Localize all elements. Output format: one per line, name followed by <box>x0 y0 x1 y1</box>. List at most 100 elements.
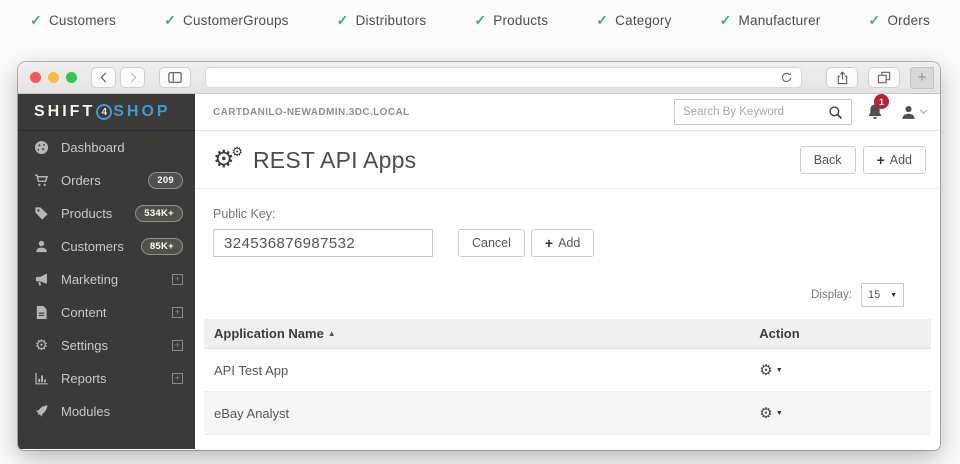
caret-down-icon: ▼ <box>776 410 783 417</box>
sync-item-label: Category <box>615 13 671 28</box>
expand-plus-icon[interactable]: + <box>172 274 183 285</box>
sync-item-manufacturer: ✓ Manufacturer <box>720 12 821 29</box>
window-controls <box>30 72 77 83</box>
row-action-menu-button[interactable]: ⚙▼ <box>759 361 782 379</box>
rocket-icon <box>33 404 50 419</box>
sync-item-label: Distributors <box>356 13 427 28</box>
sidebar-toggle-button[interactable] <box>159 67 191 88</box>
notification-count-badge: 1 <box>874 94 889 109</box>
user-menu-button[interactable] <box>900 104 926 121</box>
page-header: ⚙⚙ REST API Apps Back +Add <box>195 131 940 189</box>
expand-plus-icon[interactable]: + <box>172 340 183 351</box>
zoom-icon[interactable] <box>66 72 77 83</box>
cart-icon <box>33 173 50 188</box>
admin-sidebar: SHIFT4SHOP Dashboard Orders 209 Products… <box>18 94 195 449</box>
forward-button[interactable] <box>120 67 145 88</box>
sidebar-item-label: Content <box>61 305 172 320</box>
logo-4-icon: 4 <box>96 104 112 120</box>
gear-icon: ⚙ <box>759 404 772 422</box>
check-icon: ✓ <box>869 12 881 29</box>
app-name-cell: API Test App <box>204 363 749 378</box>
sidebar-item-products[interactable]: Products 534K+ <box>18 197 195 230</box>
sync-item-label: Products <box>493 13 548 28</box>
sidebar-item-reports[interactable]: Reports + <box>18 362 195 395</box>
sidebar-item-label: Products <box>61 206 135 221</box>
sync-item-label: Orders <box>887 13 929 28</box>
public-key-form: Public Key: Cancel +Add <box>195 189 940 257</box>
sync-item-label: CustomerGroups <box>183 13 289 28</box>
check-icon: ✓ <box>30 12 42 29</box>
add-button-form[interactable]: +Add <box>531 229 594 257</box>
sidebar-item-label: Marketing <box>61 272 172 287</box>
expand-plus-icon[interactable]: + <box>172 373 183 384</box>
tabs-overview-button[interactable] <box>868 67 900 88</box>
gear-icon: ⚙ <box>33 338 50 353</box>
admin-topbar: CARTDANILO-NEWADMIN.3DC.LOCAL 1 <box>195 94 940 131</box>
sidebar-item-label: Modules <box>61 404 183 419</box>
megaphone-icon <box>33 272 50 287</box>
back-button[interactable] <box>91 67 116 88</box>
search-input[interactable] <box>683 106 828 118</box>
tags-icon <box>33 206 50 221</box>
sort-asc-icon: ▲ <box>328 329 336 338</box>
caret-down-icon: ▼ <box>776 367 783 374</box>
address-bar[interactable] <box>205 67 802 88</box>
sync-item-label: Customers <box>49 13 116 28</box>
close-icon[interactable] <box>30 72 41 83</box>
minimize-icon[interactable] <box>48 72 59 83</box>
column-header-action: Action <box>749 326 931 341</box>
add-button-header[interactable]: +Add <box>863 146 926 174</box>
chevron-down-icon <box>920 107 927 114</box>
sidebar-item-marketing[interactable]: Marketing + <box>18 263 195 296</box>
sync-status-bar: ✓Customers ✓CustomerGroups ✓Distributors… <box>0 0 960 37</box>
browser-window: + SHIFT4SHOP Dashboard Orders 209 Produc… <box>18 62 940 450</box>
new-tab-icon: + <box>918 69 927 86</box>
column-header-application-name[interactable]: Application Name ▲ <box>204 326 749 341</box>
display-count-select[interactable]: 15 ▼ <box>861 283 904 307</box>
plus-icon: + <box>545 235 553 251</box>
sidebar-item-label: Settings <box>61 338 172 353</box>
share-button[interactable] <box>826 67 858 88</box>
page-title: REST API Apps <box>253 147 800 174</box>
sidebar-item-content[interactable]: Content + <box>18 296 195 329</box>
gear-icon: ⚙ <box>759 361 772 379</box>
row-action-menu-button[interactable]: ⚙▼ <box>759 404 782 422</box>
sync-item-orders: ✓ Orders <box>869 12 930 29</box>
search-icon[interactable] <box>828 105 843 120</box>
sidebar-item-dashboard[interactable]: Dashboard <box>18 131 195 164</box>
logo-text-shift: SHIFT <box>34 103 95 121</box>
app-name-cell: eBay Analyst <box>204 406 749 421</box>
table-row: API Test App ⚙▼ <box>204 349 931 392</box>
caret-down-icon: ▼ <box>890 292 897 299</box>
sidebar-item-customers[interactable]: Customers 85K+ <box>18 230 195 263</box>
shift4shop-logo: SHIFT4SHOP <box>18 94 195 131</box>
new-tab-button[interactable]: + <box>910 67 934 89</box>
sidebar-item-modules[interactable]: Modules <box>18 395 195 428</box>
cogs-icon: ⚙⚙ <box>213 146 245 174</box>
sync-item-products: ✓Products <box>474 12 548 29</box>
logo-text-shop: SHOP <box>113 103 170 121</box>
expand-plus-icon[interactable]: + <box>172 307 183 318</box>
back-button-page[interactable]: Back <box>800 146 856 174</box>
user-avatar-icon <box>900 104 917 121</box>
sidebar-item-orders[interactable]: Orders 209 <box>18 164 195 197</box>
sync-item-category: ✓Category <box>596 12 671 29</box>
public-key-input[interactable] <box>213 229 433 257</box>
sync-item-distributors: ✓Distributors <box>337 12 427 29</box>
display-count-row: Display: 15 ▼ <box>195 257 940 307</box>
cancel-button[interactable]: Cancel <box>458 229 525 257</box>
dashboard-icon <box>33 140 50 155</box>
share-icon <box>836 71 849 85</box>
table-header-row: Application Name ▲ Action <box>204 319 931 349</box>
sync-item-label: Manufacturer <box>739 13 821 28</box>
table-row: eBay Analyst ⚙▼ <box>204 392 931 435</box>
sync-item-customergroups: ✓CustomerGroups <box>164 12 289 29</box>
customers-count-badge: 85K+ <box>141 238 183 255</box>
check-icon: ✓ <box>720 12 732 29</box>
sidebar-item-settings[interactable]: ⚙ Settings + <box>18 329 195 362</box>
notifications-button[interactable]: 1 <box>866 103 884 121</box>
keyword-search-box[interactable] <box>674 99 852 125</box>
browser-chrome: + <box>18 62 940 94</box>
reload-icon[interactable] <box>780 71 793 84</box>
sidebar-item-label: Dashboard <box>61 140 183 155</box>
